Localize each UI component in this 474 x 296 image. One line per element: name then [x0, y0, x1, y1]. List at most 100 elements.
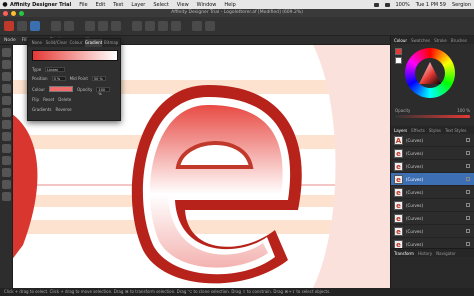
type-label: Type [32, 67, 42, 72]
boolean-subtract-icon[interactable] [145, 21, 155, 31]
type-select[interactable]: Linear [45, 67, 66, 72]
tab-stroke[interactable]: Stroke [434, 38, 447, 43]
status-icon[interactable] [373, 2, 379, 7]
menu-file[interactable]: File [79, 2, 87, 8]
tab-swatches[interactable]: Swatches [411, 38, 430, 43]
corner-tool-icon[interactable] [2, 72, 11, 81]
tab-history[interactable]: History [418, 251, 432, 256]
menu-select[interactable]: Select [153, 2, 168, 8]
layer-visibility-checkbox[interactable] [466, 177, 470, 181]
gradients-label[interactable]: Gradients [32, 107, 52, 112]
layer-row[interactable]: e (Curves) [391, 147, 474, 160]
layer-visibility-checkbox[interactable] [466, 138, 470, 142]
status-bar: Click + drag to select. Click + drag to … [0, 288, 474, 296]
layer-row[interactable]: e (Curves) [391, 225, 474, 238]
layer-label: (Curves) [406, 202, 424, 208]
layer-row[interactable]: e (Curves) [391, 186, 474, 199]
tab-navigator[interactable]: Navigator [436, 251, 456, 256]
undo-icon[interactable] [51, 21, 61, 31]
layer-visibility-checkbox[interactable] [466, 229, 470, 233]
opacity-slider[interactable] [395, 115, 470, 118]
menu-view[interactable]: View [177, 2, 189, 8]
menu-layer[interactable]: Layer [131, 2, 145, 8]
layers-list: A (Curves) e (Curves) e (Curves) e (Curv… [391, 134, 474, 251]
delete-button[interactable]: Delete [58, 97, 71, 102]
designer-persona-icon[interactable] [4, 21, 14, 31]
position-field[interactable]: 0 % [51, 76, 66, 81]
tab-colour[interactable]: Colour [67, 39, 85, 47]
layer-visibility-checkbox[interactable] [466, 216, 470, 220]
fill-tool-icon[interactable] [2, 120, 11, 129]
position-label: Position [32, 76, 48, 81]
layer-row[interactable]: e (Curves) [391, 160, 474, 173]
snapping-icon[interactable] [85, 21, 95, 31]
tab-bitmap[interactable]: Bitmap [102, 39, 120, 47]
layer-row-selected[interactable]: e (Curves) [391, 173, 474, 186]
fill-colour-swatch[interactable] [395, 48, 402, 55]
tab-solid[interactable]: Solid/Clear [46, 39, 68, 47]
minimize-window-icon[interactable] [11, 10, 16, 16]
flip-button[interactable]: Flip [32, 97, 39, 102]
layer-visibility-checkbox[interactable] [466, 164, 470, 168]
menu-text[interactable]: Text [113, 2, 123, 8]
tab-styles[interactable]: Styles [429, 128, 441, 133]
layer-row[interactable]: e (Curves) [391, 212, 474, 225]
layer-visibility-checkbox[interactable] [466, 190, 470, 194]
tab-effects[interactable]: Effects [411, 128, 425, 133]
boolean-divide-icon[interactable] [171, 21, 181, 31]
user-label[interactable]: Sergion [452, 2, 471, 8]
gradient-colour-row: Colour Opacity 100 % [32, 86, 111, 96]
tab-brushes[interactable]: Brushes [451, 38, 467, 43]
crop-tool-icon[interactable] [2, 180, 11, 189]
tab-transform[interactable]: Transform [394, 251, 414, 256]
layer-visibility-checkbox[interactable] [466, 203, 470, 207]
export-persona-icon[interactable] [30, 21, 40, 31]
clock-label[interactable]: Tue 1 PM 59 [416, 2, 446, 8]
menu-window[interactable]: Window [197, 2, 217, 8]
layer-row[interactable]: A (Curves) [391, 134, 474, 147]
move-tool-icon[interactable] [2, 48, 11, 57]
boolean-add-icon[interactable] [132, 21, 142, 31]
status-hint: Click + drag to select. Click + drag to … [4, 289, 331, 294]
grid-icon[interactable] [205, 21, 215, 31]
reverse-button[interactable]: Reverse [56, 107, 72, 112]
zoom-window-icon[interactable] [19, 10, 24, 16]
ellipse-tool-icon[interactable] [2, 156, 11, 165]
stop-colour-swatch[interactable] [48, 86, 73, 92]
text-tool-icon[interactable] [2, 168, 11, 177]
midpoint-field[interactable]: 50 % [91, 76, 106, 81]
arrange-icon[interactable] [111, 21, 121, 31]
tab-none[interactable]: None [28, 39, 46, 47]
layer-row[interactable]: e (Curves) [391, 199, 474, 212]
layer-visibility-checkbox[interactable] [466, 242, 470, 246]
view-mode-icon[interactable] [192, 21, 202, 31]
brush-tool-icon[interactable] [2, 108, 11, 117]
align-icon[interactable] [98, 21, 108, 31]
stroke-colour-swatch[interactable] [395, 57, 402, 64]
apple-icon[interactable]: ● [0, 1, 10, 8]
pencil-tool-icon[interactable] [2, 96, 11, 105]
opacity-field[interactable]: 100 % [96, 86, 111, 96]
tab-text-styles[interactable]: Text Styles [445, 128, 467, 133]
zoom-tool-icon[interactable] [2, 192, 11, 201]
layer-visibility-checkbox[interactable] [466, 151, 470, 155]
menu-help[interactable]: Help [224, 2, 235, 8]
gradient-preview-bar[interactable] [32, 50, 118, 61]
boolean-intersect-icon[interactable] [158, 21, 168, 31]
tab-colour-panel[interactable]: Colour [394, 38, 407, 43]
window-controls [3, 10, 24, 16]
reset-button[interactable]: Reset [43, 97, 54, 102]
colour-wheel[interactable] [405, 48, 455, 98]
redo-icon[interactable] [64, 21, 74, 31]
menu-app[interactable]: Affinity Designer Trial [10, 2, 71, 8]
pen-tool-icon[interactable] [2, 84, 11, 93]
tab-gradient[interactable]: Gradient [84, 39, 103, 47]
wifi-icon[interactable] [384, 2, 390, 7]
transparency-tool-icon[interactable] [2, 132, 11, 141]
close-window-icon[interactable] [3, 10, 8, 16]
tab-layers[interactable]: Layers [394, 128, 407, 133]
node-tool-icon[interactable] [2, 60, 11, 69]
pixel-persona-icon[interactable] [17, 21, 27, 31]
menu-edit[interactable]: Edit [96, 2, 106, 8]
rectangle-tool-icon[interactable] [2, 144, 11, 153]
